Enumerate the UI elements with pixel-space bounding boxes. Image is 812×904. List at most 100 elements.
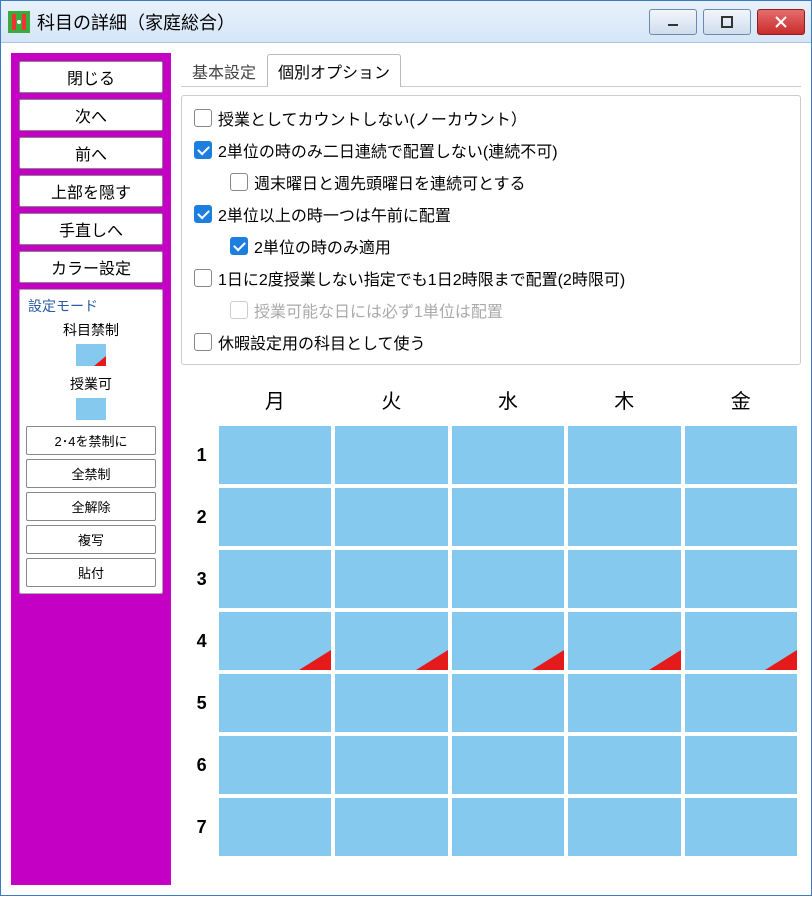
tab-basic[interactable]: 基本設定 bbox=[181, 54, 267, 87]
cell-水-4[interactable] bbox=[452, 612, 564, 670]
schedule-grid: 月火水木金1234567 bbox=[181, 379, 801, 860]
opt-allow-weekend[interactable]: 週末曜日と週先頭曜日を連続可とする bbox=[230, 170, 788, 194]
forbid-all-button[interactable]: 全禁制 bbox=[26, 459, 156, 488]
opt-use-as-holiday[interactable]: 休暇設定用の科目として使う bbox=[194, 330, 788, 354]
opt-must-one-label: 授業可能な日には必ず1単位は配置 bbox=[254, 298, 503, 322]
cell-木-1[interactable] bbox=[568, 426, 680, 484]
window-controls bbox=[649, 9, 805, 35]
color-setting-button[interactable]: カラー設定 bbox=[19, 251, 163, 283]
mode-allowed[interactable]: 授業可 bbox=[26, 374, 156, 420]
prev-button[interactable]: 前へ bbox=[19, 137, 163, 169]
cell-木-7[interactable] bbox=[568, 798, 680, 856]
checkbox-one-morning[interactable] bbox=[194, 205, 212, 223]
opt-no-count[interactable]: 授業としてカウントしない(ノーカウント） bbox=[194, 106, 788, 130]
close-panel-button[interactable]: 閉じる bbox=[19, 61, 163, 93]
cell-月-4[interactable] bbox=[219, 612, 331, 670]
cell-火-4[interactable] bbox=[335, 612, 447, 670]
cell-水-5[interactable] bbox=[452, 674, 564, 732]
mode-panel: 設定モード 科目禁制 授業可 2･4を禁制に 全禁制 全解除 複写 貼付 bbox=[19, 289, 163, 594]
opt-allow-weekend-label: 週末曜日と週先頭曜日を連続可とする bbox=[254, 170, 526, 194]
mode-forbidden[interactable]: 科目禁制 bbox=[26, 320, 156, 366]
cell-金-7[interactable] bbox=[685, 798, 797, 856]
cell-月-2[interactable] bbox=[219, 488, 331, 546]
maximize-button[interactable] bbox=[703, 9, 751, 35]
day-header-水: 水 bbox=[452, 383, 564, 422]
cell-金-3[interactable] bbox=[685, 550, 797, 608]
cell-月-5[interactable] bbox=[219, 674, 331, 732]
cell-月-7[interactable] bbox=[219, 798, 331, 856]
schedule-corner bbox=[185, 383, 215, 422]
day-header-月: 月 bbox=[219, 383, 331, 422]
period-label-3: 3 bbox=[185, 550, 215, 608]
opt-one-morning[interactable]: 2単位以上の時一つは午前に配置 bbox=[194, 202, 788, 226]
cell-金-6[interactable] bbox=[685, 736, 797, 794]
opt-must-one: 授業可能な日には必ず1単位は配置 bbox=[230, 298, 788, 322]
opt-allow-2per-day-label: 1日に2度授業しない指定でも1日2時限まで配置(2時限可) bbox=[218, 266, 625, 290]
window-title: 科目の詳細（家庭総合） bbox=[37, 9, 649, 35]
cell-月-6[interactable] bbox=[219, 736, 331, 794]
cell-水-2[interactable] bbox=[452, 488, 564, 546]
cell-火-5[interactable] bbox=[335, 674, 447, 732]
cell-水-7[interactable] bbox=[452, 798, 564, 856]
clear-all-button[interactable]: 全解除 bbox=[26, 492, 156, 521]
checkbox-no-count[interactable] bbox=[194, 109, 212, 127]
checkbox-must-one bbox=[230, 301, 248, 319]
copy-button[interactable]: 複写 bbox=[26, 525, 156, 554]
main-area: 基本設定 個別オプション 授業としてカウントしない(ノーカウント） 2単位の時の… bbox=[181, 53, 801, 885]
cell-水-3[interactable] bbox=[452, 550, 564, 608]
cell-木-5[interactable] bbox=[568, 674, 680, 732]
hide-top-button[interactable]: 上部を隠す bbox=[19, 175, 163, 207]
next-button[interactable]: 次へ bbox=[19, 99, 163, 131]
day-header-金: 金 bbox=[685, 383, 797, 422]
to-manual-button[interactable]: 手直しへ bbox=[19, 213, 163, 245]
tab-individual[interactable]: 個別オプション bbox=[267, 54, 401, 87]
cell-水-1[interactable] bbox=[452, 426, 564, 484]
mode-forbidden-swatch bbox=[76, 344, 106, 366]
opt-no-count-label: 授業としてカウントしない(ノーカウント） bbox=[218, 106, 527, 130]
checkbox-allow-2per-day[interactable] bbox=[194, 269, 212, 287]
cell-火-1[interactable] bbox=[335, 426, 447, 484]
cell-木-3[interactable] bbox=[568, 550, 680, 608]
period-label-2: 2 bbox=[185, 488, 215, 546]
period-label-5: 5 bbox=[185, 674, 215, 732]
period-label-7: 7 bbox=[185, 798, 215, 856]
client-area: 閉じる 次へ 前へ 上部を隠す 手直しへ カラー設定 設定モード 科目禁制 授業… bbox=[1, 43, 811, 895]
cell-木-6[interactable] bbox=[568, 736, 680, 794]
forbid-24-button[interactable]: 2･4を禁制に bbox=[26, 426, 156, 455]
checkbox-no-consecutive[interactable] bbox=[194, 141, 212, 159]
mode-panel-legend: 設定モード bbox=[28, 296, 156, 316]
minimize-button[interactable] bbox=[649, 9, 697, 35]
cell-木-2[interactable] bbox=[568, 488, 680, 546]
day-header-火: 火 bbox=[335, 383, 447, 422]
period-label-4: 4 bbox=[185, 612, 215, 670]
cell-金-4[interactable] bbox=[685, 612, 797, 670]
opt-allow-2per-day[interactable]: 1日に2度授業しない指定でも1日2時限まで配置(2時限可) bbox=[194, 266, 788, 290]
checkbox-only-2units[interactable] bbox=[230, 237, 248, 255]
cell-火-2[interactable] bbox=[335, 488, 447, 546]
cell-金-2[interactable] bbox=[685, 488, 797, 546]
opt-only-2units-label: 2単位の時のみ適用 bbox=[254, 234, 391, 258]
cell-火-7[interactable] bbox=[335, 798, 447, 856]
option-group: 授業としてカウントしない(ノーカウント） 2単位の時のみ二日連続で配置しない(連… bbox=[181, 95, 801, 365]
opt-only-2units[interactable]: 2単位の時のみ適用 bbox=[230, 234, 788, 258]
cell-金-5[interactable] bbox=[685, 674, 797, 732]
cell-月-3[interactable] bbox=[219, 550, 331, 608]
cell-火-6[interactable] bbox=[335, 736, 447, 794]
tab-bar: 基本設定 個別オプション bbox=[181, 53, 801, 87]
checkbox-use-as-holiday[interactable] bbox=[194, 333, 212, 351]
cell-水-6[interactable] bbox=[452, 736, 564, 794]
window: 科目の詳細（家庭総合） 閉じる 次へ 前へ 上部を隠す 手直しへ カラー設定 設… bbox=[0, 0, 812, 896]
cell-木-4[interactable] bbox=[568, 612, 680, 670]
cell-月-1[interactable] bbox=[219, 426, 331, 484]
mode-buttons: 2･4を禁制に 全禁制 全解除 複写 貼付 bbox=[26, 426, 156, 587]
opt-no-consecutive-label: 2単位の時のみ二日連続で配置しない(連続不可) bbox=[218, 138, 558, 162]
paste-button[interactable]: 貼付 bbox=[26, 558, 156, 587]
cell-火-3[interactable] bbox=[335, 550, 447, 608]
opt-no-consecutive[interactable]: 2単位の時のみ二日連続で配置しない(連続不可) bbox=[194, 138, 788, 162]
close-button[interactable] bbox=[757, 9, 805, 35]
checkbox-allow-weekend[interactable] bbox=[230, 173, 248, 191]
mode-allowed-swatch bbox=[76, 398, 106, 420]
mode-forbidden-label: 科目禁制 bbox=[63, 320, 119, 340]
cell-金-1[interactable] bbox=[685, 426, 797, 484]
sidebar: 閉じる 次へ 前へ 上部を隠す 手直しへ カラー設定 設定モード 科目禁制 授業… bbox=[11, 53, 171, 885]
